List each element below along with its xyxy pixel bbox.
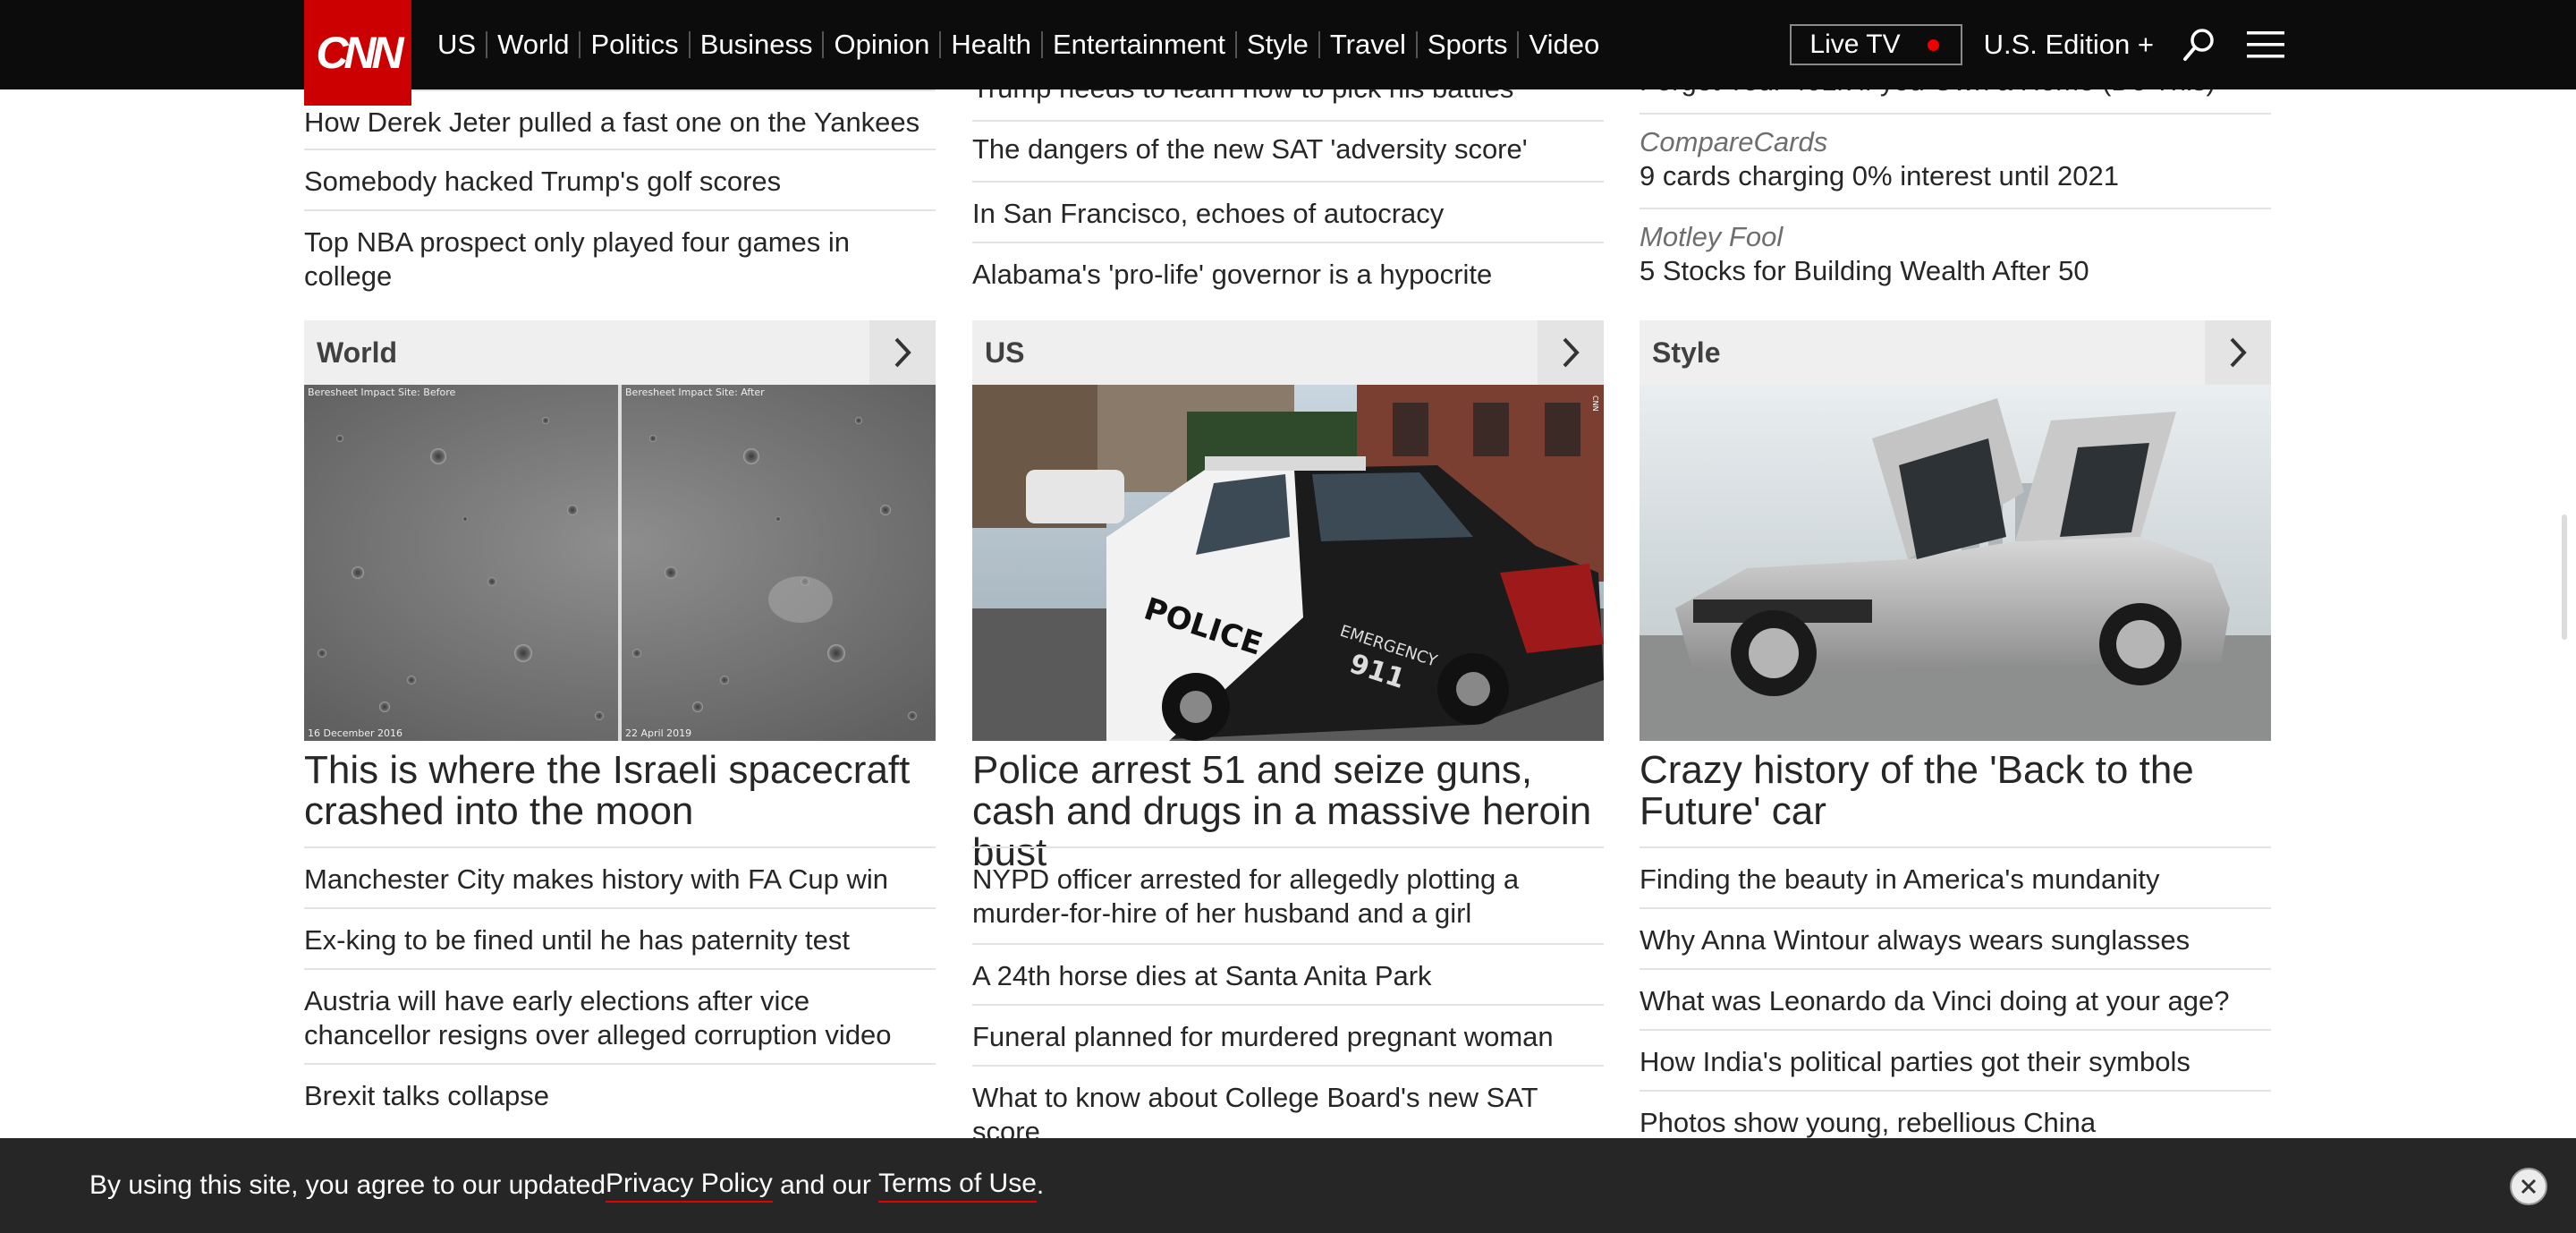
nav-link-video[interactable]: Video	[1519, 29, 1609, 61]
sponsor-title: 9 cards charging 0% interest until 2021	[1640, 160, 2119, 191]
chevron-right-icon[interactable]	[869, 320, 936, 385]
headline-link[interactable]: Finding the beauty in America's mundanit…	[1640, 848, 2271, 909]
hero-headline[interactable]: This is where the Israeli spacecraft cra…	[304, 750, 936, 832]
image-caption: 22 April 2019	[625, 727, 691, 739]
live-tv-button[interactable]: Live TV	[1790, 24, 1962, 65]
image-watermark: CNN	[1591, 395, 1599, 412]
section-title[interactable]: Style	[1640, 336, 1720, 370]
nav-link-opinion[interactable]: Opinion	[824, 29, 939, 61]
close-icon[interactable]	[2510, 1168, 2547, 1205]
chevron-right-icon[interactable]	[1538, 320, 1604, 385]
headline-link[interactable]: Funeral planned for murdered pregnant wo…	[972, 1006, 1604, 1067]
image-caption: Beresheet Impact Site: After	[625, 387, 765, 398]
headline-link[interactable]: In San Francisco, echoes of autocracy	[972, 183, 1604, 243]
top-navigation: CNN US World Politics Business Opinion H…	[0, 0, 2576, 106]
scrollbar-thumb[interactable]	[2562, 514, 2567, 640]
nav-link-sports[interactable]: Sports	[1418, 29, 1518, 61]
headline-link[interactable]: Top NBA prospect only played four games …	[304, 211, 936, 292]
cookie-consent-bar: By using this site, you agree to our upd…	[0, 1138, 2576, 1233]
cookie-message: By using this site, you agree to our upd…	[89, 1138, 1044, 1233]
sponsor-title: 5 Stocks for Building Wealth After 50	[1640, 255, 2089, 286]
image-caption: 16 December 2016	[308, 727, 402, 739]
section-title[interactable]: World	[304, 336, 397, 370]
search-icon[interactable]	[2179, 24, 2220, 65]
live-tv-label: Live TV	[1809, 30, 1901, 59]
cookie-text-mid: and our	[772, 1170, 879, 1200]
top-headline-list: The dangers of the new SAT 'adversity sc…	[972, 122, 1604, 304]
headline-link[interactable]: Austria will have early elections after …	[304, 970, 936, 1065]
sponsored-list: CompareCards 9 cards charging 0% interes…	[1640, 115, 2271, 304]
chevron-right-icon[interactable]	[2205, 320, 2271, 385]
hero-headline[interactable]: Crazy history of the 'Back to the Future…	[1640, 750, 2271, 832]
sponsor-source: Motley Fool	[1640, 221, 1784, 252]
sponsor-source: CompareCards	[1640, 126, 1828, 157]
nav-link-business[interactable]: Business	[691, 29, 823, 61]
hero-image-moon[interactable]: Beresheet Impact Site: Before Beresheet …	[304, 385, 936, 741]
style-headline-list: Finding the beauty in America's mundanit…	[1640, 846, 2271, 1152]
headline-link[interactable]: A 24th horse dies at Santa Anita Park	[972, 945, 1604, 1006]
headline-link[interactable]: What to know about College Board's new S…	[972, 1067, 1604, 1147]
nav-right-group: Live TV U.S. Edition +	[1790, 0, 2286, 89]
sponsored-item[interactable]: Motley Fool 5 Stocks for Building Wealth…	[1640, 209, 2271, 304]
sponsored-item[interactable]: CompareCards 9 cards charging 0% interes…	[1640, 115, 2271, 209]
headline-link[interactable]: Somebody hacked Trump's golf scores	[304, 150, 936, 211]
delorean-image	[1640, 385, 2271, 741]
nav-link-us[interactable]: US	[428, 29, 486, 61]
headline-link[interactable]: How India's political parties got their …	[1640, 1031, 2271, 1092]
privacy-policy-link[interactable]: Privacy Policy	[606, 1169, 773, 1203]
nav-link-travel[interactable]: Travel	[1320, 29, 1416, 61]
us-headline-list: NYPD officer arrested for allegedly plot…	[972, 846, 1604, 1147]
moon-surface-image: Beresheet Impact Site: Before Beresheet …	[304, 385, 936, 741]
cookie-text-post: .	[1036, 1170, 1045, 1200]
hero-image-delorean[interactable]	[1640, 385, 2271, 741]
nav-link-health[interactable]: Health	[941, 29, 1041, 61]
section-title[interactable]: US	[972, 336, 1024, 370]
headline-link[interactable]: Ex-king to be fined until he has paterni…	[304, 909, 936, 970]
headline-link[interactable]: Why Anna Wintour always wears sunglasses	[1640, 909, 2271, 970]
top-headline-list: How Derek Jeter pulled a fast one on the…	[304, 89, 936, 292]
live-dot-icon	[1927, 38, 1939, 51]
nav-link-politics[interactable]: Politics	[580, 29, 688, 61]
nav-link-world[interactable]: World	[487, 29, 579, 61]
police-car-image: POLICE EMERGENCY 911 CNN	[972, 385, 1604, 741]
hero-image-police-car[interactable]: POLICE EMERGENCY 911 CNN	[972, 385, 1604, 741]
cnn-logo[interactable]: CNN	[304, 0, 411, 106]
headline-link[interactable]: Brexit talks collapse	[304, 1065, 936, 1126]
nav-link-style[interactable]: Style	[1237, 29, 1318, 61]
section-header-style: Style	[1640, 320, 2271, 385]
image-caption: Beresheet Impact Site: Before	[308, 387, 455, 398]
section-header-us: US	[972, 320, 1604, 385]
world-headline-list: Manchester City makes history with FA Cu…	[304, 846, 936, 1126]
nav-link-entertainment[interactable]: Entertainment	[1043, 29, 1235, 61]
nav-links: US World Politics Business Opinion Healt…	[428, 0, 1609, 89]
menu-icon[interactable]	[2245, 24, 2286, 65]
headline-link[interactable]: NYPD officer arrested for allegedly plot…	[972, 848, 1604, 945]
edition-selector[interactable]: U.S. Edition +	[1984, 29, 2154, 61]
cookie-text-pre: By using this site, you agree to our upd…	[89, 1170, 606, 1200]
headline-link[interactable]: Manchester City makes history with FA Cu…	[304, 848, 936, 909]
headline-link[interactable]: Alabama's 'pro-life' governor is a hypoc…	[972, 243, 1604, 304]
headline-link[interactable]: What was Leonardo da Vinci doing at your…	[1640, 970, 2271, 1031]
terms-of-use-link[interactable]: Terms of Use	[878, 1169, 1037, 1203]
section-header-world: World	[304, 320, 936, 385]
headline-link[interactable]: The dangers of the new SAT 'adversity sc…	[972, 122, 1604, 183]
